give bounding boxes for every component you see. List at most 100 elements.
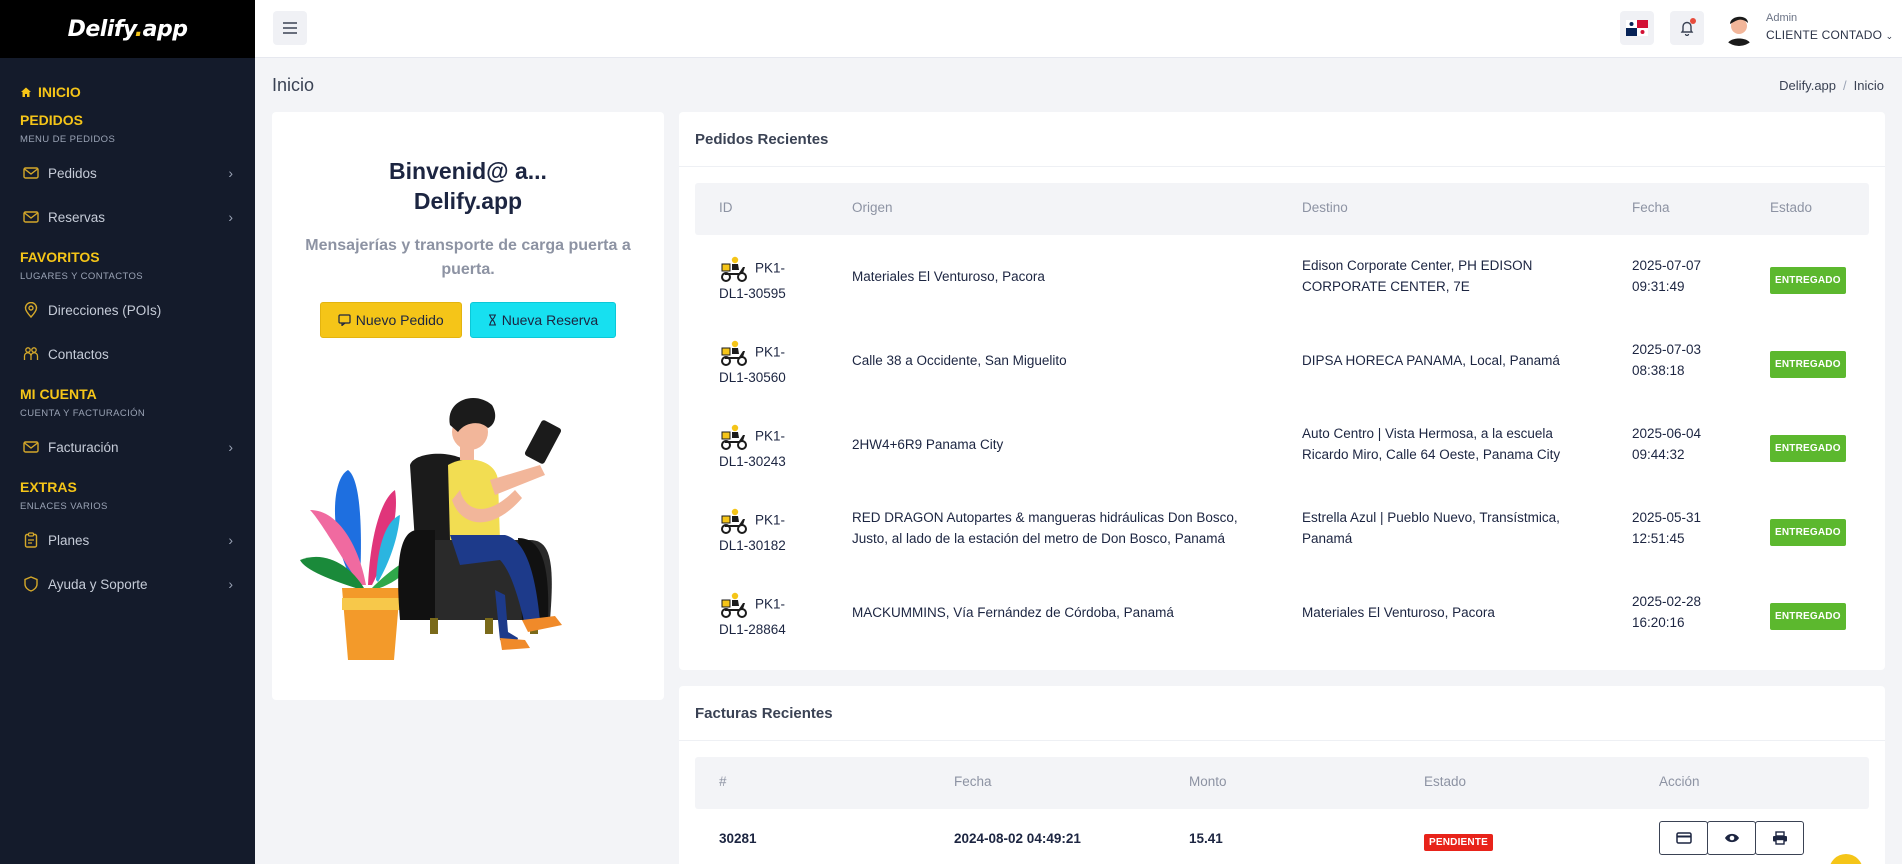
avatar[interactable]	[1721, 10, 1757, 46]
print-invoice-button[interactable]	[1755, 821, 1804, 855]
envelope-icon	[22, 438, 40, 456]
section-subtitle-mi-cuenta: CUENTA Y FACTURACIÓN	[20, 408, 146, 419]
chevron-right-icon: ›	[228, 209, 233, 225]
sidebar-item-label: Facturación	[48, 439, 119, 455]
users-icon	[22, 345, 40, 363]
breadcrumb-current: Inicio	[1853, 78, 1884, 93]
sidebar-item-facturacion[interactable]: Facturación ›	[0, 425, 255, 469]
shield-icon	[22, 575, 40, 593]
welcome-title: Binvenid@ a... Delify.app	[389, 158, 547, 214]
col-header-date: Fecha	[954, 774, 992, 789]
sidebar-item-label: Pedidos	[48, 165, 97, 181]
view-invoice-button[interactable]	[1707, 821, 1756, 855]
sidebar-item-planes[interactable]: Planes ›	[0, 518, 255, 562]
sidebar-item-home[interactable]: INICIO	[0, 82, 255, 102]
language-flag-button[interactable]	[1620, 11, 1654, 45]
scooter-delivery-icon	[721, 592, 747, 618]
sidebar-item-direcciones[interactable]: Direcciones (POIs)	[0, 288, 255, 332]
status-badge: ENTREGADO	[1770, 435, 1846, 462]
map-pin-icon	[22, 301, 40, 319]
message-icon	[338, 314, 351, 326]
orders-table-header: ID Origen Destino Fecha Estado	[695, 183, 1869, 235]
order-origin: Calle 38 a Occidente, San Miguelito	[852, 353, 1067, 368]
order-id[interactable]: PK1- DL1-30595	[719, 255, 829, 304]
order-origin: MACKUMMINS, Vía Fernández de Córdoba, Pa…	[852, 605, 1174, 620]
chevron-right-icon: ›	[228, 576, 233, 592]
sidebar: Delify.app INICIO PEDIDOS MENU DE PEDIDO…	[0, 0, 255, 864]
scooter-delivery-icon	[721, 508, 747, 534]
panama-flag-icon	[1626, 20, 1648, 36]
order-origin: 2HW4+6R9 Panama City	[852, 437, 1004, 452]
new-booking-button[interactable]: Nueva Reserva	[469, 302, 617, 338]
chevron-right-icon: ›	[228, 532, 233, 548]
topbar: Admin CLIENTE CONTADO ⌄	[255, 0, 1902, 58]
welcome-subtitle: Mensajerías y transporte de carga puerta…	[305, 237, 631, 278]
recent-invoices-card: Facturas Recientes # Fecha Monto Estado …	[679, 686, 1885, 864]
sidebar-item-label: Contactos	[48, 346, 109, 362]
recent-invoices-title: Facturas Recientes	[679, 686, 1885, 741]
section-title-mi-cuenta: MI CUENTA	[20, 386, 97, 402]
hamburger-icon	[283, 22, 297, 34]
sidebar-item-pedidos[interactable]: Pedidos ›	[0, 151, 255, 195]
section-subtitle-pedidos: MENU DE PEDIDOS	[20, 134, 116, 145]
status-badge: ENTREGADO	[1770, 351, 1846, 378]
order-origin: RED DRAGON Autopartes & mangueras hidráu…	[852, 510, 1238, 546]
recent-orders-title: Pedidos Recientes	[679, 112, 1885, 167]
sidebar-item-ayuda[interactable]: Ayuda y Soporte ›	[0, 562, 255, 606]
clipboard-icon	[22, 531, 40, 549]
breadcrumb-link[interactable]: Delify.app	[1779, 78, 1836, 93]
order-id[interactable]: PK1- DL1-30243	[719, 423, 829, 472]
sidebar-item-contactos[interactable]: Contactos	[0, 332, 255, 376]
status-badge: ENTREGADO	[1770, 519, 1846, 546]
recent-orders-card: Pedidos Recientes ID Origen Destino Fech…	[679, 112, 1885, 670]
order-id[interactable]: PK1- DL1-30560	[719, 339, 829, 388]
table-row[interactable]: PK1- DL1-30595 Materiales El Venturoso, Pa…	[695, 235, 1869, 319]
new-order-button[interactable]: Nuevo Pedido	[319, 302, 462, 338]
order-date: 2025-05-31 12:51:45	[1632, 510, 1702, 546]
table-row[interactable]: PK1- DL1-30182 RED DRAGON Autopartes & man…	[695, 487, 1869, 571]
sidebar-item-reservas[interactable]: Reservas ›	[0, 195, 255, 239]
chevron-down-icon: ⌄	[1885, 31, 1894, 41]
col-header-status: Estado	[1424, 774, 1467, 789]
section-subtitle-favoritos: LUGARES Y CONTACTOS	[20, 271, 144, 282]
section-title-pedidos: PEDIDOS	[20, 112, 84, 128]
order-origin: Materiales El Venturoso, Pacora	[852, 269, 1045, 284]
menu-toggle-button[interactable]	[273, 11, 307, 45]
sidebar-home-label: INICIO	[38, 84, 81, 100]
user-menu[interactable]: Admin CLIENTE CONTADO ⌄	[1766, 12, 1893, 42]
order-id[interactable]: PK1- DL1-30182	[719, 507, 829, 556]
page-title: Inicio	[272, 75, 315, 95]
notifications-button[interactable]	[1670, 11, 1704, 45]
scooter-delivery-icon	[721, 340, 747, 366]
chevron-right-icon: ›	[228, 439, 233, 455]
chevron-right-icon: ›	[228, 165, 233, 181]
invoice-amount: 15.41	[1189, 831, 1223, 846]
col-header-status: Estado	[1770, 200, 1813, 215]
section-subtitle-extras: ENLACES VARIOS	[20, 501, 108, 512]
status-badge: ENTREGADO	[1770, 267, 1846, 294]
envelope-icon	[22, 164, 40, 182]
order-date: 2025-06-04 09:44:32	[1632, 426, 1702, 462]
col-header-date: Fecha	[1632, 200, 1670, 215]
brand-logo[interactable]: Delify.app	[68, 17, 188, 42]
status-badge: ENTREGADO	[1770, 603, 1846, 630]
order-id[interactable]: PK1- DL1-28864	[719, 591, 829, 640]
table-row[interactable]: PK1- DL1-30243 2HW4+6R9 Panama City Auto Ce…	[695, 403, 1869, 487]
invoice-actions	[1659, 821, 1804, 855]
printer-icon	[1772, 831, 1787, 845]
logo-bar: Delify.app	[0, 0, 255, 58]
hourglass-icon	[488, 314, 496, 326]
section-title-favoritos: FAVORITOS	[20, 249, 100, 265]
sidebar-item-label: Reservas	[48, 209, 106, 225]
col-header-id: ID	[719, 200, 733, 215]
sidebar-item-label: Planes	[48, 532, 90, 548]
section-title-extras: EXTRAS	[20, 479, 77, 495]
sidebar-nav: INICIO PEDIDOS MENU DE PEDIDOS Pedidos ›…	[0, 58, 255, 606]
user-name: CLIENTE CONTADO ⌄	[1766, 28, 1894, 42]
envelope-icon	[22, 208, 40, 226]
pay-invoice-button[interactable]	[1659, 821, 1708, 855]
invoice-number[interactable]: 30281	[719, 831, 757, 846]
breadcrumb: Delify.app / Inicio	[1779, 78, 1884, 93]
table-row[interactable]: PK1- DL1-28864 MACKUMMINS, Vía Fernández d…	[695, 571, 1869, 655]
table-row[interactable]: PK1- DL1-30560 Calle 38 a Occidente, San M…	[695, 319, 1869, 403]
